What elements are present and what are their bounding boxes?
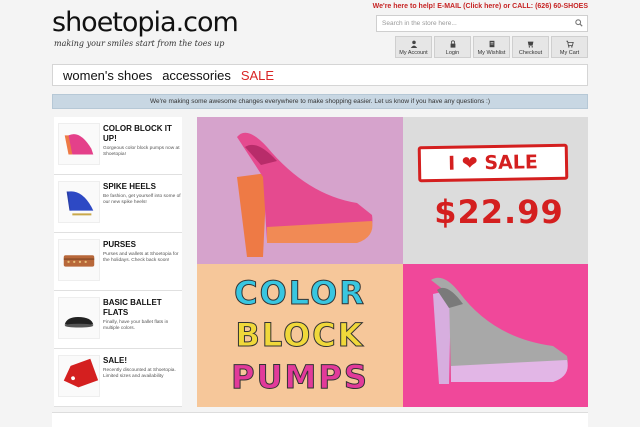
my-account-label: My Account [399, 50, 428, 56]
promo-tile-grey-pump[interactable] [403, 264, 588, 407]
account-nav: My Account Login My Wishlist Checkout My… [395, 36, 588, 58]
sidebar-item-description: Gorgeous color block pumps now at Shoeto… [103, 146, 180, 157]
site-tagline: making your smiles start from the toes u… [54, 39, 225, 48]
sidebar-item-color-block[interactable]: COLOR BLOCK IT UP! Gorgeous color block … [54, 117, 182, 175]
sidebar-item-description: Be fashion, get yourself into some of ou… [103, 194, 181, 205]
color-block-pumps-text: COLOR BLOCK PUMPS [197, 272, 403, 398]
promo-tile-sale[interactable]: I ❤ SALE $22.99 [403, 117, 588, 264]
my-wishlist-button[interactable]: My Wishlist [473, 36, 510, 58]
grey-lilac-pump-image [431, 277, 568, 384]
site-logo[interactable]: shoetopia.com making your smiles start f… [52, 7, 239, 49]
wishlist-icon [489, 40, 494, 48]
checkout-label: Checkout [518, 50, 543, 56]
search-placeholder: Search in the store here... [382, 20, 457, 27]
search-icon[interactable] [575, 19, 583, 27]
promo-line-3: PUMPS [231, 358, 369, 397]
promo-line-1: COLOR [234, 274, 366, 313]
cart-icon [565, 40, 574, 48]
sale-price: $22.99 [434, 193, 564, 231]
nav-sale[interactable]: SALE [241, 68, 274, 83]
help-contact-text[interactable]: We're here to help! E-MAIL (Click here) … [373, 3, 588, 10]
sidebar-item-purses[interactable]: PURSES Purses and wallets at Shoetopia f… [54, 233, 182, 291]
my-cart-label: My Cart [559, 50, 580, 56]
search-input[interactable]: Search in the store here... [376, 15, 588, 32]
my-wishlist-label: My Wishlist [477, 50, 506, 56]
sale-tag-icon [63, 358, 99, 388]
sidebar-item-description: Recently discounted at Shoetopia. Limite… [103, 368, 176, 379]
login-button[interactable]: Login [434, 36, 471, 58]
page-footer-strip [52, 412, 588, 427]
nav-accessories[interactable]: accessories [162, 68, 231, 83]
lock-icon [450, 40, 455, 48]
spike-heel-icon [66, 191, 94, 216]
purse-icon [63, 255, 95, 267]
sidebar-item-title[interactable]: SALE! [103, 356, 182, 366]
ballet-flat-icon [64, 317, 94, 328]
sidebar-item-ballet-flats[interactable]: BASIC BALLET FLATS Finally, have your ba… [54, 291, 182, 349]
checkout-button[interactable]: Checkout [512, 36, 549, 58]
promo-tile-pink-pump[interactable] [197, 117, 403, 264]
pump-shoe-icon [64, 134, 94, 155]
sidebar-item-title[interactable]: PURSES [103, 240, 182, 250]
checkout-icon [527, 41, 533, 48]
ballet-flats-thumbnail[interactable] [58, 297, 100, 339]
purses-thumbnail[interactable] [58, 239, 100, 281]
sidebar-item-spike-heels[interactable]: SPIKE HEELS Be fashion, get yourself int… [54, 175, 182, 233]
promo-tile-color-block-pumps[interactable]: COLOR BLOCK PUMPS [197, 264, 403, 407]
sidebar-item-title[interactable]: COLOR BLOCK IT UP! [103, 124, 182, 144]
sidebar-item-description: Purses and wallets at Shoetopia for the … [103, 252, 179, 263]
color-block-pump-image [237, 132, 373, 257]
i-love-sale-badge: I ❤ SALE [417, 143, 569, 183]
my-cart-button[interactable]: My Cart [551, 36, 588, 58]
color-block-thumbnail[interactable] [58, 123, 100, 165]
login-label: Login [445, 50, 460, 56]
sidebar-item-description: Finally, have your ballet flats in multi… [103, 320, 169, 331]
promo-grid: I ❤ SALE $22.99 COLOR BLOCK PUMPS [197, 117, 588, 407]
sidebar-item-title[interactable]: BASIC BALLET FLATS [103, 298, 182, 318]
sale-thumbnail[interactable] [58, 355, 100, 397]
nav-womens-shoes[interactable]: women's shoes [63, 68, 152, 83]
sidebar-item-sale[interactable]: SALE! Recently discounted at Shoetopia. … [54, 349, 182, 407]
site-name: shoetopia.com [52, 7, 239, 38]
user-icon [410, 40, 417, 48]
promo-line-2: BLOCK [235, 316, 365, 355]
spike-heels-thumbnail[interactable] [58, 181, 100, 223]
main-nav: women's shoes accessories SALE [52, 64, 588, 86]
sidebar-item-title[interactable]: SPIKE HEELS [103, 182, 182, 192]
sidebar-list: COLOR BLOCK IT UP! Gorgeous color block … [54, 117, 182, 407]
my-account-button[interactable]: My Account [395, 36, 432, 58]
announcement-banner: We're making some awesome changes everyw… [52, 94, 588, 109]
